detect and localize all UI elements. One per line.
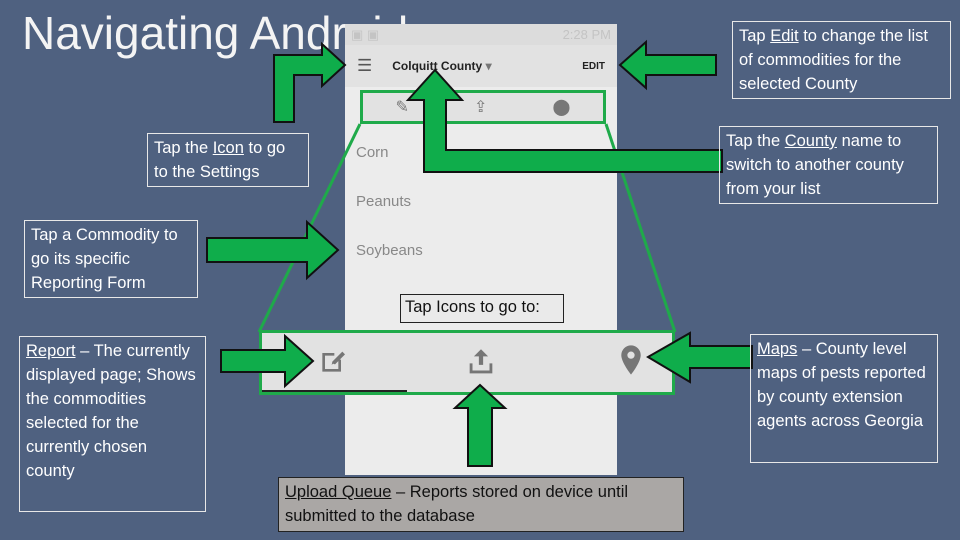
callout-county: Tap the County name to switch to another… — [719, 126, 938, 204]
callout-tap-icons: Tap Icons to go to: — [400, 294, 564, 323]
arrow-to-county — [405, 68, 723, 173]
callout-report: Report – The currently displayed page; S… — [19, 336, 206, 512]
arrow-to-commodity — [206, 219, 340, 281]
callout-commodity: Tap a Commodity to go its specific Repor… — [24, 220, 198, 298]
arrow-to-edit — [618, 39, 717, 91]
callout-maps: Maps – County level maps of pests report… — [750, 334, 938, 463]
callout-edit: Tap Edit to change the list of commoditi… — [732, 21, 951, 99]
arrow-to-upload-icon — [452, 383, 508, 467]
callout-settings: Tap the Icon to go to the Settings — [147, 133, 309, 187]
arrow-to-report-icon — [220, 333, 315, 389]
callout-upload-queue: Upload Queue – Reports stored on device … — [278, 477, 684, 532]
arrow-to-map-icon — [646, 331, 753, 384]
arrow-to-menu — [273, 41, 347, 123]
